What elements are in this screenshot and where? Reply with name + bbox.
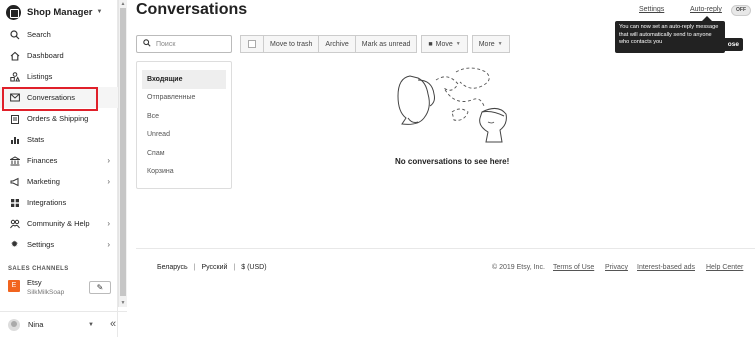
etsy-badge-icon: E [8,280,20,292]
sidebar-item-label: Stats [27,135,45,144]
chevron-down-icon: ▼ [455,41,461,47]
interest-ads-link[interactable]: Interest-based ads [637,264,695,271]
folder-inbox[interactable]: Входящие [142,70,226,89]
sidebar-item-settings[interactable]: ✹ Settings › [0,234,118,255]
move-to-trash-button[interactable]: Move to trash [264,35,320,53]
channel-shop-name: SilkMilkSoap [27,289,65,296]
scroll-down-icon[interactable]: ▼ [120,300,126,306]
scroll-up-icon[interactable]: ▲ [120,1,126,7]
select-all-checkbox[interactable] [240,35,264,53]
channel-name: Etsy [27,278,42,287]
empty-state-message: No conversations to see here! [395,157,510,166]
sidebar: Shop Manager ▼ Search Dashboard Listings [0,0,118,337]
chevron-right-icon: › [107,219,110,228]
sidebar-item-stats[interactable]: Stats [0,129,118,150]
more-label: More [478,40,495,48]
currency-setting[interactable]: $ (USD) [241,264,266,271]
terms-link[interactable]: Terms of Use [553,264,594,271]
user-name: Nina [28,320,44,329]
tooltip-close-button[interactable]: ose [694,38,743,51]
sidebar-item-integrations[interactable]: Integrations [0,192,118,213]
sidebar-item-label: Finances [27,156,58,165]
sidebar-item-label: Conversations [27,93,75,102]
folder-trash[interactable]: Корзина [142,163,226,182]
sidebar-item-listings[interactable]: Listings [0,66,118,87]
sidebar-item-label: Orders & Shipping [27,114,89,123]
sidebar-item-search[interactable]: Search [0,24,118,45]
mark-unread-button[interactable]: Mark as unread [355,35,418,53]
mail-icon [9,92,20,103]
search-input[interactable] [156,40,226,48]
auto-reply-toggle[interactable]: OFF [731,5,751,16]
privacy-link[interactable]: Privacy [605,264,628,271]
clipboard-icon [9,113,20,124]
shop-manager-menu[interactable]: Shop Manager ▼ [6,4,102,20]
sidebar-item-label: Marketing [27,177,60,186]
conversation-toolbar: Move to trash Archive Mark as unread ■ M… [240,35,510,53]
sidebar-item-label: Settings [27,240,55,249]
sidebar-item-label: Community & Help [27,219,90,228]
user-menu[interactable]: Nina ▼ [0,311,127,337]
empty-conversations-illustration [397,67,507,143]
footer-divider [136,248,755,249]
chevron-right-icon: › [107,240,110,249]
home-icon [9,50,20,61]
language-setting[interactable]: Русский [201,264,227,271]
more-button[interactable]: More ▼ [471,35,510,53]
search-icon [9,29,20,40]
sidebar-item-marketing[interactable]: Marketing › [0,171,118,192]
sidebar-item-finances[interactable]: Finances › [0,150,118,171]
chevron-down-icon: ▼ [88,321,94,328]
folder-unread[interactable]: Unread [142,126,226,145]
sidebar-item-dashboard[interactable]: Dashboard [0,45,118,66]
folder-spam[interactable]: Спам [142,144,226,163]
settings-link[interactable]: Settings [639,6,664,13]
archive-button[interactable]: Archive [319,35,356,53]
people-icon [9,218,20,229]
megaphone-icon [9,176,20,187]
scrollbar-thumb[interactable] [120,8,126,296]
chevron-down-icon: ▼ [96,9,103,15]
shop-logo-icon [6,4,21,20]
chevron-right-icon: › [107,156,110,165]
sidebar-item-conversations[interactable]: Conversations [0,87,118,111]
chevron-right-icon: › [107,177,110,186]
sidebar-item-label: Dashboard [27,51,64,60]
sidebar-scrollbar[interactable]: ▲ ▼ [118,0,127,307]
locale-settings[interactable]: Беларусь | Русский | $ (USD) [157,264,267,271]
shapes-icon [9,71,20,82]
edit-channel-button[interactable]: ✎ [89,281,111,294]
sidebar-item-orders[interactable]: Orders & Shipping [0,108,118,129]
gear-icon: ✹ [10,239,19,249]
shop-manager-title: Shop Manager [27,6,93,18]
search-box[interactable] [136,35,232,53]
move-button[interactable]: ■ Move ▼ [421,35,468,53]
help-center-link[interactable]: Help Center [706,264,743,271]
grid-icon [9,197,20,208]
pencil-icon: ✎ [96,283,104,292]
sales-channels-heading: SALES CHANNELS [8,266,69,272]
sales-channel-etsy[interactable]: E Etsy SilkMilkSoap [8,278,64,296]
copyright-text: © 2019 Etsy, Inc. [492,264,545,271]
folder-icon: ■ [428,40,433,48]
move-label: Move [435,40,453,48]
sidebar-nav: Search Dashboard Listings Conversations … [0,24,118,255]
sidebar-item-label: Listings [27,72,53,81]
search-icon [143,39,151,49]
folder-sent[interactable]: Отправленные [142,89,226,108]
sidebar-item-label: Search [27,30,51,39]
bank-icon [9,155,20,166]
folder-list: Входящие Отправленные Все Unread Спам Ко… [136,61,232,189]
collapse-sidebar-icon[interactable]: « [110,318,116,330]
sidebar-item-label: Integrations [27,198,67,207]
chevron-down-icon: ▼ [497,41,503,47]
sidebar-item-community[interactable]: Community & Help › [0,213,118,234]
page-title: Conversations [136,1,248,18]
region-setting[interactable]: Беларусь [157,264,188,271]
bar-chart-icon [9,134,20,145]
auto-reply-link[interactable]: Auto-reply [690,6,722,13]
avatar [8,318,20,331]
folder-all[interactable]: Все [142,107,226,126]
